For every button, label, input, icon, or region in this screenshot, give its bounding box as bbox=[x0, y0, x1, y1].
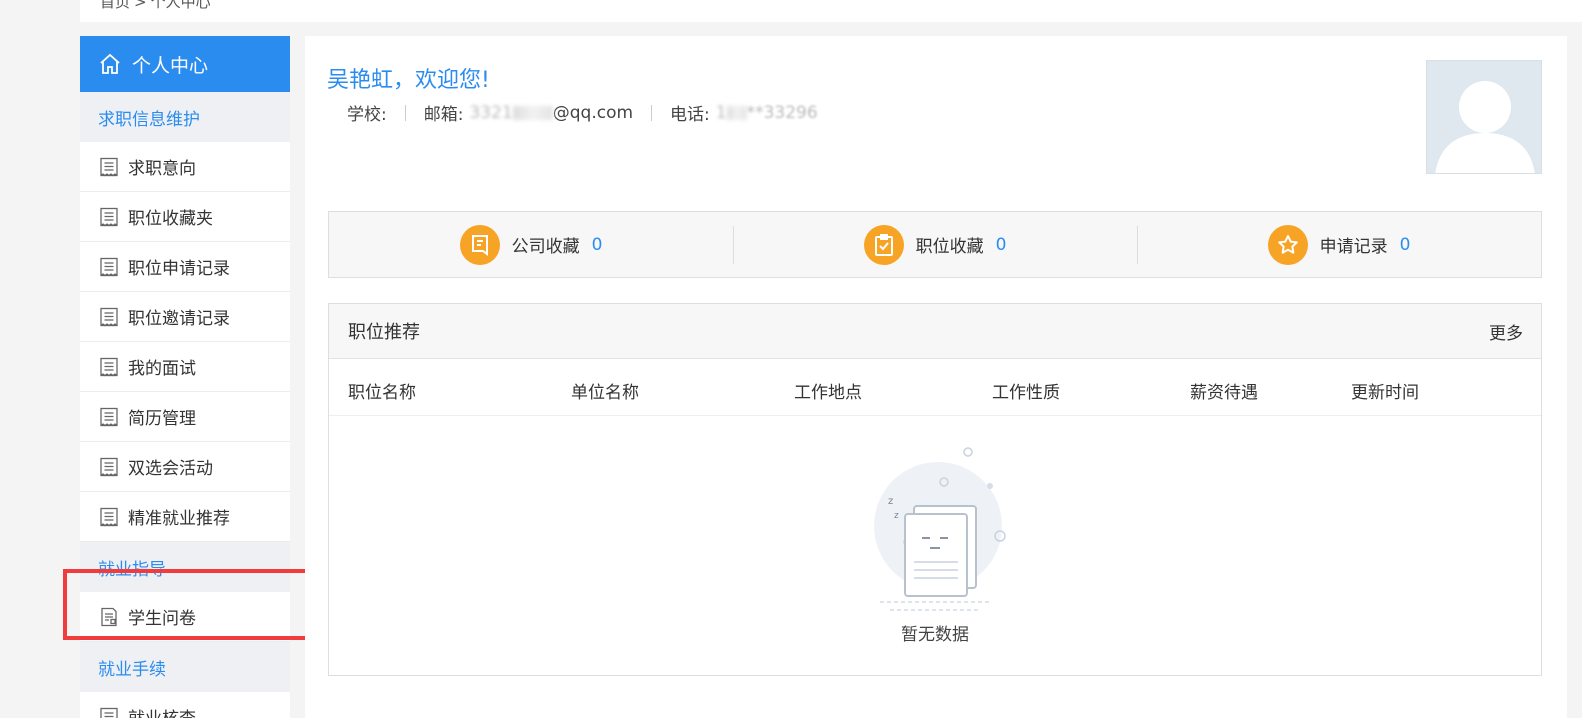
sidebar-section-job-info[interactable]: 求职信息维护 bbox=[80, 92, 290, 142]
column-header: 单位名称 bbox=[571, 383, 639, 403]
breadcrumb-separator: > bbox=[134, 0, 147, 11]
sidebar-section-procedures[interactable]: 就业手续 bbox=[80, 642, 290, 692]
stat-count[interactable]: 0 bbox=[996, 235, 1007, 255]
sidebar-item-student-survey[interactable]: 学生问卷 bbox=[80, 592, 290, 642]
document-icon bbox=[100, 157, 118, 176]
email-redaction bbox=[512, 105, 553, 120]
sidebar-item-label: 职位申请记录 bbox=[128, 259, 230, 279]
document-icon bbox=[100, 357, 118, 376]
phone-end: **33296 bbox=[746, 102, 818, 123]
column-header: 更新时间 bbox=[1351, 383, 1419, 403]
sidebar-item-label: 职位邀请记录 bbox=[128, 309, 230, 329]
document-icon bbox=[100, 707, 118, 718]
email-end: @qq.com bbox=[552, 102, 634, 123]
document-icon bbox=[100, 507, 118, 526]
panel-header: 职位推荐 更多 bbox=[329, 304, 1541, 359]
sidebar-item-precise-recommend[interactable]: 精准就业推荐 bbox=[80, 492, 290, 542]
stat-label: 公司收藏 bbox=[511, 237, 580, 257]
phone-start: 1 bbox=[715, 102, 727, 123]
column-header: 工作性质 bbox=[992, 383, 1060, 403]
column-header: 工作地点 bbox=[794, 383, 862, 403]
sidebar-item-label: 双选会活动 bbox=[128, 459, 213, 479]
sidebar-title-label: 个人中心 bbox=[132, 54, 209, 77]
sidebar-item-label: 我的面试 bbox=[128, 359, 196, 379]
column-header: 薪资待遇 bbox=[1190, 383, 1258, 403]
welcome-text: 吴艳虹，欢迎您! bbox=[327, 68, 490, 93]
company-collect-icon bbox=[459, 224, 500, 265]
svg-text:z: z bbox=[894, 511, 899, 521]
sidebar-section-guidance[interactable]: 就业指导 bbox=[80, 542, 290, 592]
email-start: 3321 bbox=[469, 102, 513, 123]
stats-bar: 公司收藏 0 职位收藏 0 申请记录 0 bbox=[328, 211, 1542, 278]
empty-box-icon: z z bbox=[874, 447, 1006, 611]
avatar[interactable] bbox=[1426, 60, 1542, 174]
profile-info: 学校: 邮箱: 3321 @qq.com 电话: 1 **33296 bbox=[347, 100, 818, 126]
sidebar-item-label: 求职意向 bbox=[128, 159, 196, 179]
stat-application-records[interactable]: 申请记录 0 bbox=[1137, 212, 1541, 277]
document-icon bbox=[100, 457, 118, 476]
phone-label: 电话: bbox=[670, 105, 710, 125]
sidebar-title[interactable]: 个人中心 bbox=[80, 36, 290, 92]
email-label: 邮箱: bbox=[423, 105, 464, 125]
sidebar-item-job-fair[interactable]: 双选会活动 bbox=[80, 442, 290, 492]
stat-company-collect[interactable]: 公司收藏 0 bbox=[329, 212, 733, 277]
sidebar-item-invitation-records[interactable]: 职位邀请记录 bbox=[80, 292, 290, 342]
job-collect-icon bbox=[863, 224, 904, 265]
breadcrumb-home[interactable]: 首页 bbox=[100, 0, 130, 11]
star-icon bbox=[1267, 224, 1308, 265]
stat-job-collect[interactable]: 职位收藏 0 bbox=[733, 212, 1137, 277]
main-content: 吴艳虹，欢迎您! 学校: 邮箱: 3321 @qq.com 电话: 1 **33… bbox=[305, 36, 1567, 718]
sidebar-item-job-favorites[interactable]: 职位收藏夹 bbox=[80, 192, 290, 242]
empty-state: z z 暂无数据 bbox=[329, 444, 1541, 645]
empty-text: 暂无数据 bbox=[901, 625, 969, 645]
document-icon bbox=[100, 257, 118, 276]
divider bbox=[651, 104, 653, 121]
table-header: 职位名称 单位名称 工作地点 工作性质 薪资待遇 更新时间 bbox=[329, 359, 1541, 416]
sidebar-item-application-records[interactable]: 职位申请记录 bbox=[80, 242, 290, 292]
sidebar-item-my-interviews[interactable]: 我的面试 bbox=[80, 342, 290, 392]
document-icon bbox=[100, 407, 118, 426]
sidebar-item-employment-check[interactable]: 就业核查 bbox=[80, 692, 290, 718]
stat-count[interactable]: 0 bbox=[592, 235, 603, 255]
breadcrumb: 首页 > 个人中心 bbox=[80, 0, 1582, 22]
stat-label: 申请记录 bbox=[1319, 237, 1388, 257]
document-icon bbox=[100, 207, 118, 226]
user-placeholder-icon bbox=[1435, 81, 1535, 173]
sidebar-item-label: 就业核查 bbox=[128, 704, 196, 718]
panel-title: 职位推荐 bbox=[348, 322, 420, 343]
stat-label: 职位收藏 bbox=[915, 237, 984, 257]
sidebar-item-label: 简历管理 bbox=[128, 409, 196, 429]
svg-text:z: z bbox=[888, 496, 893, 507]
more-link[interactable]: 更多 bbox=[1489, 319, 1523, 344]
home-icon bbox=[100, 53, 120, 74]
sidebar-item-label: 学生问卷 bbox=[128, 609, 196, 629]
breadcrumb-current: 个人中心 bbox=[150, 0, 211, 11]
phone-redaction bbox=[726, 105, 747, 120]
divider bbox=[404, 104, 406, 121]
stat-count[interactable]: 0 bbox=[1400, 235, 1411, 255]
sidebar-item-label: 职位收藏夹 bbox=[128, 209, 213, 229]
sidebar-item-job-intention[interactable]: 求职意向 bbox=[80, 142, 290, 192]
job-recommend-panel: 职位推荐 更多 职位名称 单位名称 工作地点 工作性质 薪资待遇 更新时间 z … bbox=[328, 303, 1542, 676]
sidebar-item-resume-management[interactable]: 简历管理 bbox=[80, 392, 290, 442]
sidebar: 个人中心 求职信息维护 求职意向 职位收藏夹 职位申请记录 职位邀请记录 我的面… bbox=[80, 36, 290, 718]
sidebar-item-label: 精准就业推荐 bbox=[128, 509, 230, 529]
document-icon bbox=[100, 307, 118, 326]
survey-icon bbox=[101, 607, 117, 626]
column-header: 职位名称 bbox=[348, 383, 416, 403]
school-label: 学校: bbox=[347, 105, 387, 125]
